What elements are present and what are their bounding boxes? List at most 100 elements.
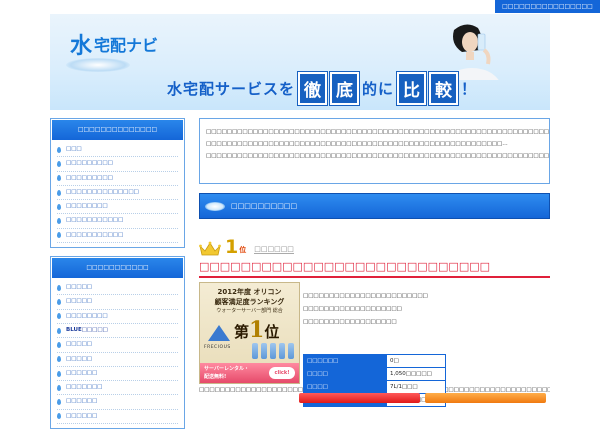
water-drop-icon [57, 356, 61, 363]
water-drop-icon [57, 175, 61, 182]
detail-button[interactable] [299, 393, 420, 403]
section-title: □□□□□□□□□□ [231, 202, 298, 210]
water-drop-icon [57, 232, 61, 239]
site-logo[interactable]: 水 宅配ナビ [70, 30, 159, 59]
sidebar-menu-1-item[interactable]: □□□ [57, 143, 178, 158]
spec-row: □□□□□□ 0□ [302, 354, 446, 368]
sidebar-menu-2-item-label: □□□□□□□ [66, 384, 103, 391]
slogan-box3: 比 [397, 71, 427, 105]
sidebar-menu-2-item-label: □□□□□ [66, 355, 92, 362]
sidebar-menu-2-item-label: BLUE□□□□□ [66, 326, 108, 333]
sidebar-menu-2-item[interactable]: □□□□□□□ [57, 381, 178, 396]
sidebar-menu-2-item-label: □□□□□ [66, 284, 92, 291]
sidebar-menu-1-item[interactable]: □□□□□□□□□□□ [57, 229, 178, 244]
sidebar-menu-2-item[interactable]: □□□□□ [57, 353, 178, 367]
sidebar-menu-1-item-label: □□□□□□□□□□□ [66, 231, 124, 238]
logo-mizu: 水 [70, 34, 93, 59]
feature-list: □□□□□□□□□□□□□□□□□□□□□□□□ □□□□□□□□□□□□□□□□… [303, 290, 443, 329]
banner-first-suffix: 位 [264, 323, 280, 341]
sidebar-menu-1-list: □□□ □□□□□□□□□ □□□□□□□□□ □□□□□□□□□□□□□□ □□□□□… [51, 141, 184, 247]
sidebar-menu-1-item-label: □□□□□□□□□ [66, 160, 113, 167]
rank-header: 1 位 □□□□□□ [199, 233, 550, 257]
spec-value: 1,050□□□□□ [386, 367, 446, 381]
sidebar-menu-2-item-label: □□□□□□ [66, 369, 98, 376]
product-banner[interactable]: 2012年度 オリコン 顧客満足度ランキング ウォーターサーバー部門 総合 第1… [199, 282, 300, 384]
sidebar-menu-1-item[interactable]: □□□□□□□□□□□□□□ [57, 186, 178, 201]
water-drop-icon [57, 370, 61, 377]
water-drop-icon [57, 189, 61, 196]
water-ripple-icon [205, 201, 225, 211]
spec-key: □□□□ [302, 367, 388, 381]
sidebar: □□□□□□□□□□□□□□ □□□ □□□□□□□□□ □□□□□□□□□ □□□□… [50, 118, 185, 437]
feature-line: □□□□□□□□□□□□□□□□□□ [303, 319, 397, 325]
header-banner[interactable]: 水 宅配ナビ 水宅配サービスを 徹 底 的に 比 較 ！ [50, 14, 550, 110]
water-drop-icon [57, 203, 61, 210]
sidebar-menu-2-item[interactable]: BLUE□□□□□ [57, 324, 178, 339]
sidebar-menu-2-item[interactable]: □□□□□□□□ [57, 310, 178, 324]
banner-first-num: 1 [249, 317, 265, 343]
banner-first: 第 [234, 323, 250, 341]
slogan-part2: 的に [362, 79, 395, 98]
sidebar-menu-1-item[interactable]: □□□□□□□□□ [57, 172, 178, 186]
official-site-button[interactable] [425, 393, 546, 403]
water-drop-icon [57, 313, 61, 320]
spec-key: □□□□□□ [302, 354, 388, 368]
rank-number: 1 [225, 236, 239, 258]
product-card: 2012年度 オリコン 顧客満足度ランキング ウォーターサーバー部門 総合 第1… [199, 282, 550, 407]
sidebar-menu-1-item[interactable]: □□□□□□□□ [57, 200, 178, 215]
banner-free-strip: サーバーレンタル・ 配送無料! click! [200, 363, 299, 383]
sidebar-menu-2-item[interactable]: □□□□□□ [57, 395, 178, 410]
sidebar-menu-2-item[interactable]: □□□□□ [57, 281, 178, 296]
rank-suffix: 位 [239, 246, 247, 254]
main-content: □□□□□□□□□□□□□□□□□□□□□□□□□□□□□□□□□□□□□□□□… [199, 118, 550, 408]
water-drop-icon [57, 146, 61, 153]
banner-line2: 顧客満足度ランキング [214, 298, 285, 306]
water-drop-icon [57, 160, 61, 167]
logo-text: 宅配ナビ [94, 36, 159, 55]
mountain-icon [208, 325, 230, 341]
water-drop-icon [57, 341, 61, 348]
spec-value: 7L/1□□□ [386, 380, 446, 394]
slogan-exclamation: ！ [461, 79, 477, 98]
slogan-box1: 徹 [298, 71, 328, 105]
spec-key: □□□□ [302, 380, 388, 394]
sidebar-menu-2-item-label: □□□□□ [66, 341, 92, 348]
sidebar-menu-2-title: □□□□□□□□□□□ [51, 257, 184, 280]
sidebar-menu-2-item-label: □□□□□□ [66, 412, 98, 419]
banner-line1: 2012年度 オリコン [217, 288, 282, 296]
banner-line3: ウォーターサーバー部門 総合 [216, 308, 283, 314]
sidebar-menu-2-item[interactable]: □□□□□□ [57, 410, 178, 425]
sidebar-menu-2-item[interactable]: □□□□□ [57, 295, 178, 310]
sidebar-menu-1-item[interactable]: □□□□□□□□□ [57, 157, 178, 172]
feature-line: □□□□□□□□□□□□□□□□□□□ [303, 306, 402, 312]
banner-brand: FRECIOUS [204, 345, 231, 350]
water-drop-icon [57, 413, 61, 420]
spec-row: □□□□ 7L/1□□□ [302, 380, 446, 394]
spec-value: 0□ [386, 354, 446, 368]
water-drop-icon [57, 284, 61, 291]
sidebar-menu-1-item[interactable]: □□□□□□□□□□□ [57, 214, 178, 229]
banner-free-line1: サーバーレンタル・ [204, 366, 249, 372]
banner-click-button[interactable]: click! [269, 367, 295, 379]
sidebar-menu-2-item[interactable]: □□□□□ [57, 338, 178, 353]
slogan-box2: 底 [330, 71, 360, 105]
crown-icon [199, 241, 221, 256]
sidebar-menu-1-item-label: □□□□□□□□□□□□□□ [66, 188, 139, 195]
top-link[interactable]: □□□□□□□□□□□□□□□□ [495, 0, 600, 13]
spec-row: □□□□ 1,050□□□□□ [302, 367, 446, 381]
sidebar-menu-2-item[interactable]: □□□□□□ [57, 367, 178, 382]
sidebar-menu-2-list: □□□□□ □□□□□ □□□□□□□□ BLUE□□□□□ □□□□□ □□□□□ □□□… [51, 279, 184, 428]
rank-name-link[interactable]: □□□□□□ [254, 245, 294, 254]
sidebar-menu-2: □□□□□□□□□□□ □□□□□ □□□□□ □□□□□□□□ BLUE□□□□□ □… [50, 256, 185, 430]
sidebar-menu-2-item-label: □□□□□ [66, 298, 92, 305]
sidebar-menu-2-item-label: □□□□□□ [66, 398, 98, 405]
product-title-link[interactable]: □□□□□□□□□□□□□□□□□□□□□□□□□□□□ [199, 260, 550, 278]
slogan-part1: 水宅配サービスを [167, 79, 296, 98]
banner-free-line2: 配送無料! [204, 374, 227, 380]
sidebar-menu-2-item-label: □□□□□□□□ [66, 312, 108, 319]
water-drop-icon [57, 299, 61, 306]
banner-first-place: 第1位 [234, 317, 279, 343]
slogan: 水宅配サービスを 徹 底 的に 比 較 ！ [167, 71, 477, 105]
bottles-image [252, 343, 294, 359]
sidebar-menu-1-item-label: □□□□□□□□□□□ [66, 217, 124, 224]
